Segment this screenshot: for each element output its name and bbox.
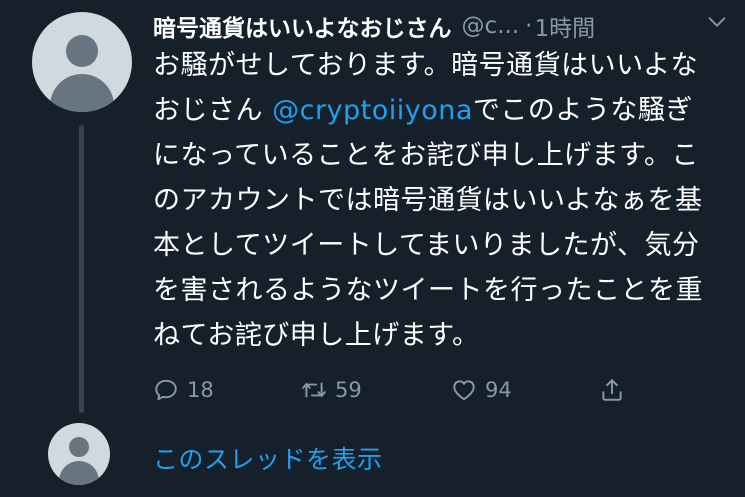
author-avatar[interactable] xyxy=(32,12,132,112)
reply-count: 18 xyxy=(187,378,214,402)
retweet-icon xyxy=(302,382,326,398)
retweet-count: 59 xyxy=(335,378,362,402)
avatar-head xyxy=(69,437,89,457)
avatar-head xyxy=(66,35,98,67)
avatar-body xyxy=(59,461,99,485)
tweet-text-part: でこのような騒ぎになっていることをお詫び申し上げます。このアカウントでは暗号通貨… xyxy=(153,95,703,351)
share-icon xyxy=(602,379,622,401)
tweet-body: お騒がせしております。暗号通貨はいいよなおじさん @cryptoiiyonaでこ… xyxy=(153,43,713,358)
header-separator: · xyxy=(525,13,533,39)
like-button[interactable]: 94 xyxy=(451,372,512,408)
tweet-header: 暗号通貨はいいよなおじさん @c... · 1時間 xyxy=(153,9,728,43)
show-thread-link[interactable]: このスレッドを表示 xyxy=(153,440,383,476)
share-button[interactable] xyxy=(599,372,625,408)
retweet-button[interactable]: 59 xyxy=(301,372,362,408)
avatar-body xyxy=(50,74,114,112)
tweet-actions: 18 59 94 xyxy=(153,372,633,408)
reply-icon xyxy=(155,379,177,401)
author-handle[interactable]: @c... xyxy=(462,13,520,39)
mention-link[interactable]: @cryptoiiyona xyxy=(272,95,473,126)
author-name[interactable]: 暗号通貨はいいよなおじさん xyxy=(153,9,452,43)
thread-avatar[interactable] xyxy=(48,423,110,485)
reply-button[interactable]: 18 xyxy=(153,372,214,408)
tweet-timestamp[interactable]: 1時間 xyxy=(534,9,595,43)
chevron-down-icon[interactable] xyxy=(706,11,728,33)
thread-connector-line xyxy=(79,125,84,413)
heart-icon xyxy=(453,380,475,401)
like-count: 94 xyxy=(485,378,512,402)
